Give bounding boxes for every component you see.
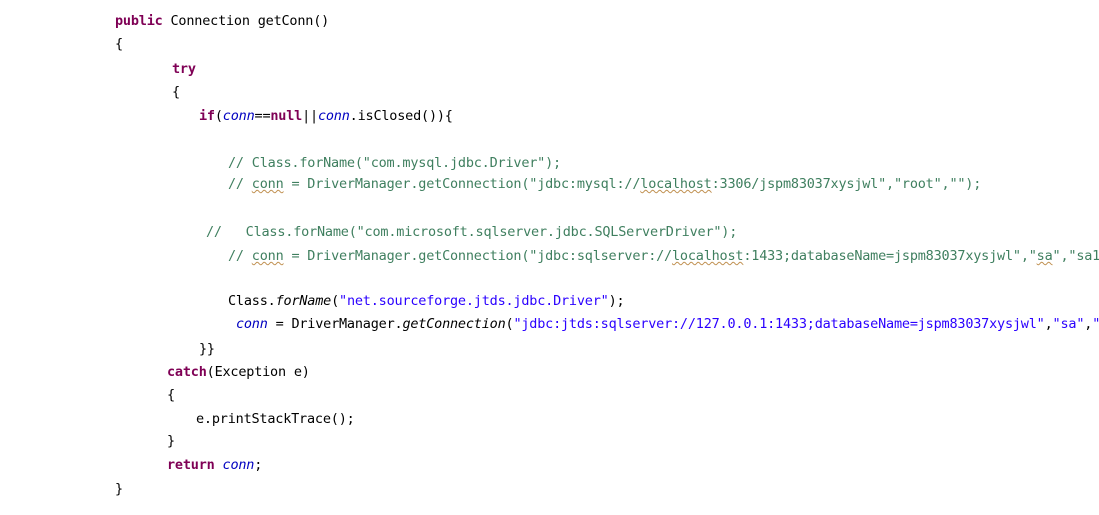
code-line-14: {	[167, 388, 175, 403]
comment-sqlserver-url-mid: :1433;databaseName=jspm83037xysjwl","	[743, 248, 1037, 264]
string-jtds-driver: "net.sourceforge.jtds.jdbc.Driver"	[339, 293, 609, 309]
comment-word-conn: conn	[251, 176, 284, 192]
code-line-16: }	[167, 434, 175, 449]
brace-open-catch: {	[167, 387, 175, 403]
method-signature: Connection getConn()	[162, 13, 330, 29]
code-line-7-comment: // conn = DriverManager.getConnection("j…	[228, 177, 981, 192]
comment-word-sa: sa	[1036, 248, 1053, 264]
code-line-6-comment: // Class.forName("com.mysql.jdbc.Driver"…	[228, 156, 561, 171]
comment-mysql-url-head: = DriverManager.getConnection("jdbc:mysq…	[283, 176, 641, 192]
comment-sqlserver-url-tail: ","sa123456");	[1052, 248, 1099, 264]
comment-word-conn-2: conn	[251, 248, 284, 264]
comment-sqlserver-url-head: = DriverManager.getConnection("jdbc:sqls…	[283, 248, 672, 264]
drivermanager-ref: = DriverManager.	[267, 316, 403, 332]
code-line-3: try	[172, 62, 196, 77]
arg-comma-2: ,	[1084, 316, 1093, 332]
brace-close-catch: }	[167, 433, 175, 449]
field-conn-2: conn	[317, 108, 350, 124]
code-line-15: e.printStackTrace();	[196, 412, 355, 427]
code-line-4: {	[172, 85, 180, 100]
code-line-1: public Connection getConn()	[115, 14, 329, 29]
comment-word-localhost-2: localhost	[671, 248, 744, 264]
operator-equals: ==	[254, 108, 271, 124]
field-conn-1: conn	[222, 108, 255, 124]
class-literal: Class.	[228, 293, 276, 309]
keyword-try: try	[172, 61, 196, 77]
return-semicolon: ;	[254, 457, 263, 473]
comment-mysql-driver: // Class.forName("com.mysql.jdbc.Driver"…	[228, 155, 561, 171]
string-user-sa: "sa"	[1052, 316, 1085, 332]
code-line-10: Class.forName("net.sourceforge.jtds.jdbc…	[228, 293, 625, 309]
keyword-null: null	[270, 108, 303, 124]
code-line-2: {	[115, 37, 123, 52]
field-conn-return: conn	[222, 457, 255, 473]
code-line-11: conn = DriverManager.getConnection("jdbc…	[228, 317, 1099, 332]
keyword-if: if	[199, 108, 215, 124]
operator-or: ||	[302, 108, 318, 124]
code-line-17: return conn;	[167, 458, 262, 473]
keyword-catch: catch	[167, 364, 207, 380]
brace-close-double: }}	[199, 341, 215, 357]
string-password-sa: "sa"	[1092, 316, 1099, 332]
code-line-18: }	[115, 482, 123, 497]
code-line-9-comment: // conn = DriverManager.getConnection("j…	[228, 249, 1099, 264]
keyword-return: return	[167, 457, 215, 473]
comment-word-localhost: localhost	[640, 176, 712, 192]
code-line-5: if(conn==null||conn.isClosed()){	[199, 109, 453, 124]
string-jtds-url: "jdbc:jtds:sqlserver://127.0.0.1:1433;da…	[513, 316, 1045, 332]
arg-comma-1: ,	[1044, 316, 1053, 332]
brace-close-method: }	[115, 481, 123, 497]
method-forname: forName	[275, 293, 332, 309]
comment-mysql-url-tail: :3306/jspm83037xysjwl","root","");	[711, 176, 982, 192]
brace-open-method: {	[115, 36, 123, 52]
forname-tail: );	[608, 293, 625, 309]
code-listing: public Connection getConn() { try { if(c…	[0, 0, 1099, 515]
if-paren-open: (	[214, 108, 223, 124]
call-printstacktrace: e.printStackTrace();	[196, 411, 355, 427]
comment-sqlserver-driver: // Class.forName("com.microsoft.sqlserve…	[206, 224, 738, 240]
comment-prefix-slashes-2: //	[228, 248, 252, 264]
forname-paren-open: (	[331, 293, 340, 309]
catch-arguments: (Exception e)	[206, 364, 310, 380]
line11-leading-space	[228, 316, 236, 332]
code-line-13: catch(Exception e)	[167, 365, 310, 380]
return-space	[215, 457, 223, 473]
comment-prefix-slashes: //	[228, 176, 252, 192]
keyword-public: public	[115, 13, 163, 29]
code-line-8-comment: // Class.forName("com.microsoft.sqlserve…	[206, 225, 737, 240]
field-conn-assign: conn	[235, 316, 268, 332]
brace-open-try: {	[172, 84, 180, 100]
method-getconnection: getConnection	[402, 316, 506, 332]
call-isclosed: .isClosed()){	[349, 108, 453, 124]
code-line-12: }}	[199, 342, 215, 357]
